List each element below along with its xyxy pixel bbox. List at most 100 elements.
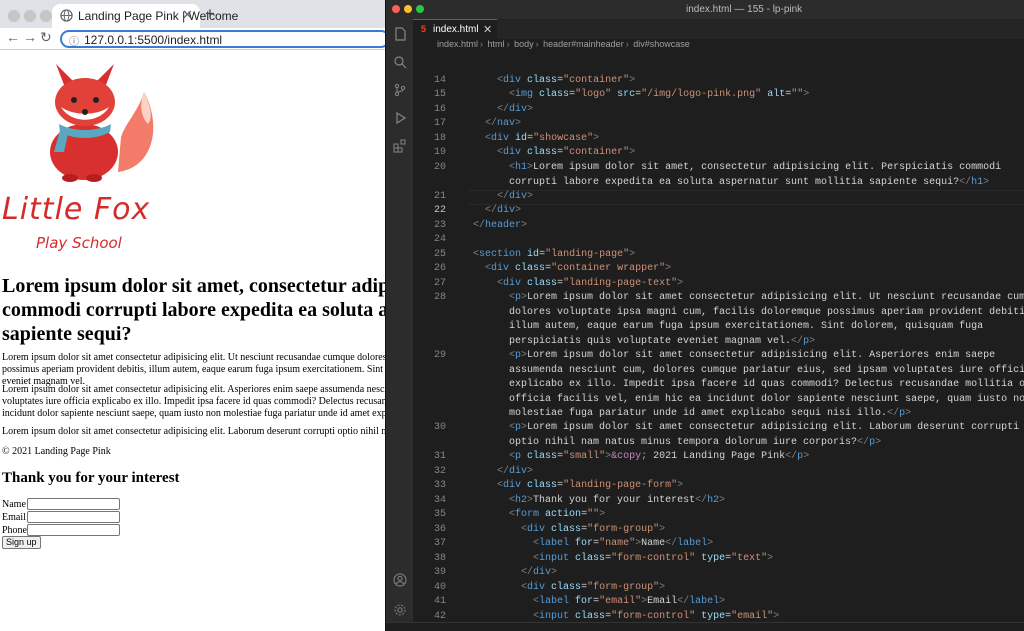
code-line: </div> (485, 205, 522, 216)
code-line: <div id="showcase"> (485, 133, 600, 144)
code-line: </div> (521, 567, 558, 578)
line-number: 29 (433, 350, 446, 361)
name-label: Name (2, 499, 26, 510)
new-tab-icon[interactable]: + (205, 4, 215, 24)
line-number: 37 (433, 538, 446, 549)
reload-icon[interactable]: ↻ (40, 29, 52, 46)
showcase-heading: Lorem ipsum dolor sit amet, consectetur … (2, 275, 385, 345)
browser-toolbar: ← → ↻ ⓘ 127.0.0.1:5500/index.html (0, 28, 385, 50)
html5-icon: 5 (421, 24, 427, 34)
code-line: </div> (497, 466, 534, 477)
run-debug-icon[interactable] (393, 111, 407, 125)
line-number: 23 (433, 220, 446, 231)
brand-name: Little Fox (2, 192, 151, 227)
browser-window: Landing Page Pink | Welcome ✕ + ← → ↻ ⓘ … (0, 0, 386, 631)
line-number: 27 (433, 278, 446, 289)
settings-gear-icon[interactable] (393, 603, 407, 617)
fox-logo (50, 64, 154, 182)
code-line: <form action=""> (509, 509, 606, 520)
code-line: <div class="landing-page-text"> (497, 278, 684, 289)
email-input[interactable] (27, 511, 120, 523)
site-info-icon[interactable]: ⓘ (69, 33, 79, 48)
breadcrumb-item[interactable]: header#mainheader (543, 39, 624, 49)
phone-label: Phone (2, 525, 27, 536)
close-window-button[interactable] (8, 10, 20, 22)
breadcrumb: index.html › html › body › header#mainheade… (413, 39, 1024, 54)
line-number: 14 (433, 75, 446, 86)
line-number: 30 (433, 422, 446, 433)
line-number: 36 (433, 524, 446, 535)
paragraph-2: Lorem ipsum dolor sit amet consectetur a… (2, 384, 386, 419)
code-line: <div class="container wrapper"> (485, 263, 672, 274)
phone-input[interactable] (27, 524, 120, 536)
code-line: <h1>Lorem ipsum dolor sit amet, consecte… (509, 162, 1002, 188)
line-number: 28 (433, 292, 446, 303)
extensions-icon[interactable] (393, 139, 407, 153)
globe-icon (60, 9, 73, 22)
line-number: 21 (433, 191, 446, 202)
code-line: <p>Lorem ipsum dolor sit amet consectetu… (509, 292, 1024, 347)
code-line: <div class="container"> (497, 147, 636, 158)
form-row-email: Email (2, 512, 27, 523)
forward-arrow-icon[interactable]: → (23, 29, 37, 45)
form-row-name: Name (2, 499, 27, 510)
line-number: 19 (433, 147, 446, 158)
web-page: Little Fox Play School Lorem ipsum dolor… (0, 50, 386, 631)
editor-close-button[interactable] (392, 5, 400, 13)
line-number: 31 (433, 451, 446, 462)
code-line: </nav> (485, 118, 522, 129)
search-icon[interactable] (393, 55, 407, 69)
back-arrow-icon[interactable]: ← (6, 29, 20, 45)
breadcrumb-item[interactable]: index.html (437, 39, 478, 49)
activity-bar (386, 19, 413, 631)
code-line: <div class="form-group"> (521, 524, 666, 535)
code-line: <div class="form-group"> (521, 582, 666, 593)
code-line: <h2>Thank you for your interest</h2> (509, 495, 726, 506)
form-row-phone: Phone (2, 525, 27, 536)
code-area[interactable]: 14 <div class="container"> 15 <img class… (413, 54, 1024, 624)
paragraph-1: Lorem ipsum dolor sit amet consectetur a… (2, 352, 386, 387)
line-number: 41 (433, 596, 446, 607)
line-number: 38 (433, 553, 446, 564)
breadcrumb-item[interactable]: div#showcase (633, 39, 690, 49)
breadcrumb-item[interactable]: body (514, 39, 534, 49)
close-editor-tab-icon[interactable]: ✕ (483, 23, 492, 36)
code-editor-window: index.html — 155 - lp-pink 5 index.html … (386, 0, 1024, 631)
editor-tab-index-html[interactable]: 5 index.html ✕ (413, 19, 497, 39)
code-line: <p class="small">&copy; 2021 Landing Pag… (509, 451, 810, 462)
line-number: 24 (433, 234, 446, 245)
editor-window-title: index.html — 155 - lp-pink (686, 4, 803, 15)
editor-minimize-button[interactable] (404, 5, 412, 13)
copyright-text: © 2021 Landing Page Pink (2, 446, 111, 457)
minimize-window-button[interactable] (24, 10, 36, 22)
maximize-window-button[interactable] (40, 10, 52, 22)
sign-up-button[interactable]: Sign up (2, 536, 41, 549)
source-control-icon[interactable] (393, 83, 407, 97)
email-label: Email (2, 512, 26, 523)
account-icon[interactable] (393, 573, 407, 587)
line-number: 40 (433, 582, 446, 593)
browser-tab[interactable]: Landing Page Pink | Welcome ✕ (52, 4, 238, 28)
explorer-icon[interactable] (393, 27, 407, 41)
code-line: <section id="landing-page"> (473, 249, 636, 260)
current-line-highlight (468, 190, 1024, 205)
brand-tagline: Play School (36, 234, 122, 252)
line-number: 32 (433, 466, 446, 477)
line-number: 35 (433, 509, 446, 520)
close-tab-icon[interactable]: ✕ (182, 7, 193, 23)
editor-maximize-button[interactable] (416, 5, 424, 13)
code-line: <label for="name">Name</label> (533, 538, 714, 549)
breadcrumb-item[interactable]: html (488, 39, 505, 49)
line-number: 17 (433, 118, 446, 129)
code-line: <label for="email">Email</label> (533, 596, 726, 607)
address-bar[interactable]: ⓘ 127.0.0.1:5500/index.html (60, 30, 385, 48)
url-text: 127.0.0.1:5500/index.html (84, 33, 223, 47)
name-input[interactable] (27, 498, 120, 510)
status-bar (386, 622, 1024, 631)
code-line: </div> (497, 191, 534, 202)
code-line: <p>Lorem ipsum dolor sit amet consectetu… (509, 350, 1024, 419)
line-number: 33 (433, 480, 446, 491)
code-line: <div class="container"> (497, 75, 636, 86)
editor-tab-label: index.html (433, 24, 479, 35)
line-number: 22 (433, 205, 446, 216)
